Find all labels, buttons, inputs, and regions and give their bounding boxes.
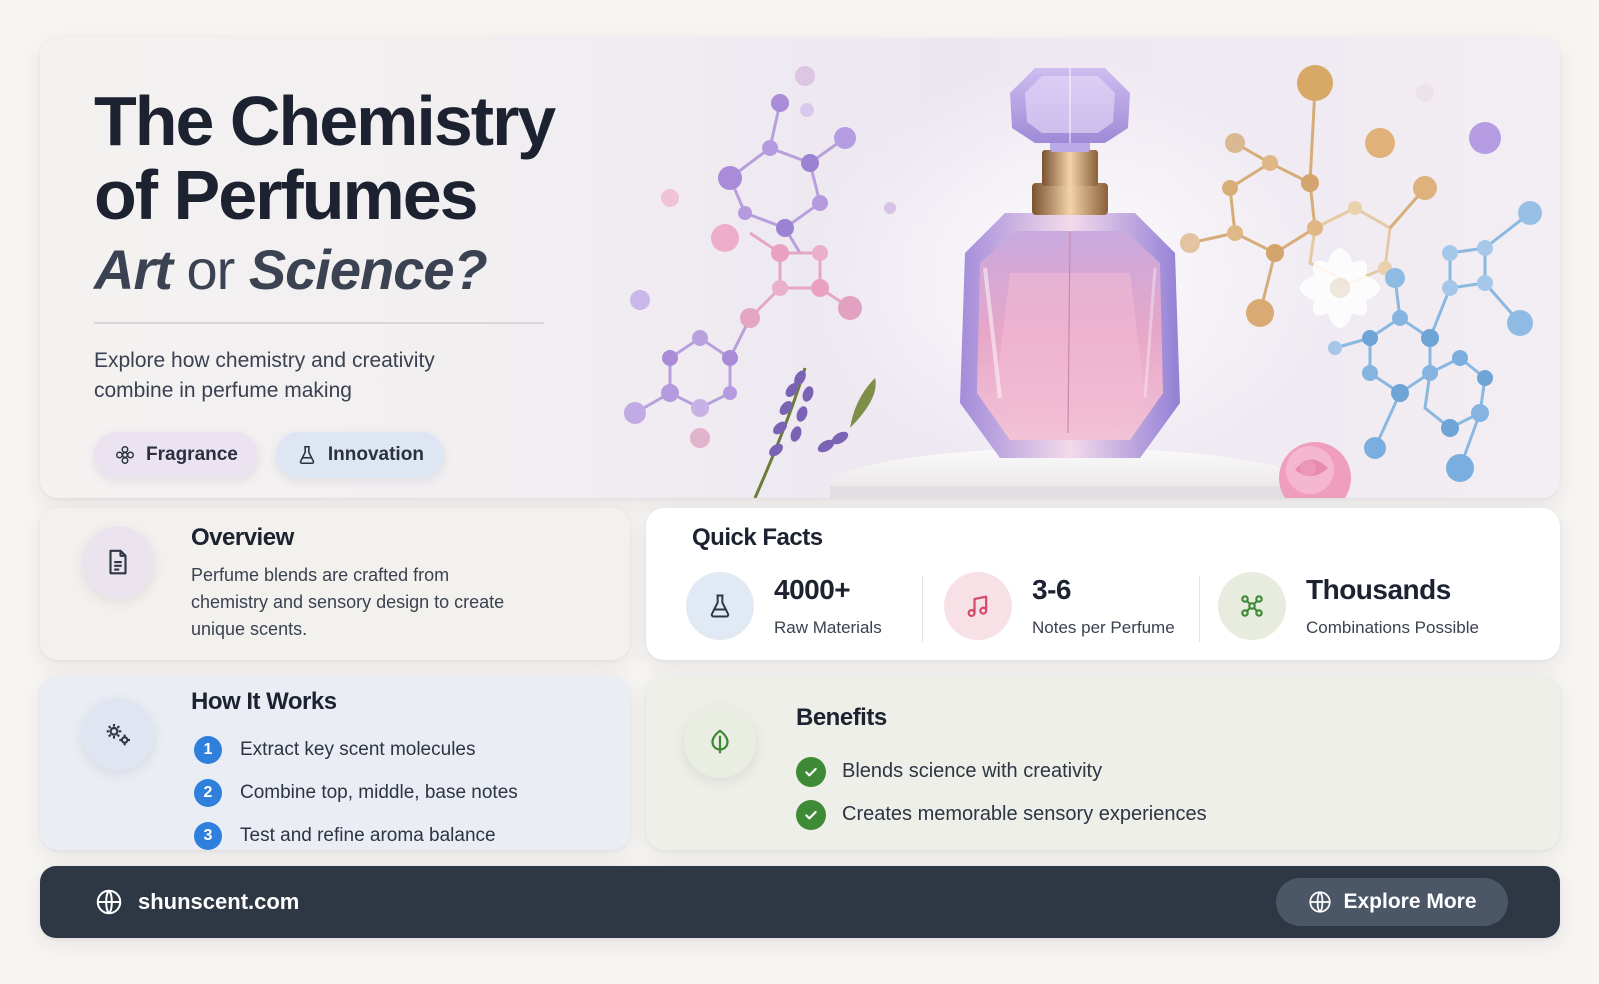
list-item: Creates memorable sensory experiences xyxy=(796,793,1207,836)
tag-fragrance-label: Fragrance xyxy=(146,444,238,465)
list-item: 1 Extract key scent molecules xyxy=(194,728,518,771)
check-icon xyxy=(796,799,826,830)
overview-icon-badge xyxy=(82,526,154,598)
gears-icon xyxy=(106,724,130,746)
tag-innovation[interactable]: Innovation xyxy=(275,432,444,478)
fact-icon-badge xyxy=(1218,572,1286,640)
benefit-text: Blends science with creativity xyxy=(842,760,1103,782)
fact-label: Combinations Possible xyxy=(1306,618,1479,637)
check-icon xyxy=(796,756,826,787)
footer-site-link[interactable]: shunscent.com xyxy=(94,866,299,938)
hero-banner: The Chemistry of Perfumes Art or Science… xyxy=(40,38,1560,498)
flask-icon xyxy=(710,594,730,618)
hero-divider xyxy=(94,322,544,324)
fact-label: Raw Materials xyxy=(774,618,882,637)
globe-icon xyxy=(96,889,122,915)
step-list: 1 Extract key scent molecules 2 Combine … xyxy=(194,728,518,857)
list-item: 3 Test and refine aroma balance xyxy=(194,814,518,857)
quick-facts-title: Quick Facts xyxy=(692,524,823,551)
tag-list: Fragrance Innovation xyxy=(94,432,614,478)
music-note-icon xyxy=(967,595,988,618)
subtitle-or: or xyxy=(186,238,235,301)
step-number: 2 xyxy=(194,778,222,807)
benefits-card: Benefits Blends science with creativity … xyxy=(646,676,1560,850)
hero-description: Explore how chemistry and creativity com… xyxy=(94,349,435,402)
fact-divider xyxy=(922,576,923,642)
step-text: Combine top, middle, base notes xyxy=(240,781,518,803)
document-icon xyxy=(109,549,127,575)
benefit-list: Blends science with creativity Creates m… xyxy=(796,750,1207,836)
step-number: 1 xyxy=(194,735,222,764)
fact-label: Notes per Perfume xyxy=(1032,618,1175,637)
molecule-icon xyxy=(1241,595,1263,617)
globe-icon xyxy=(1309,891,1332,913)
overview-card: Overview Perfume blends are crafted from… xyxy=(40,508,630,660)
footer-bar: shunscent.com Explore More xyxy=(40,866,1560,938)
fact-value: Thousands xyxy=(1306,574,1451,605)
fact-value: 3-6 xyxy=(1032,574,1071,605)
fact-value: 4000+ xyxy=(774,574,851,605)
tag-fragrance[interactable]: Fragrance xyxy=(94,432,258,478)
hero-title: The Chemistry of Perfumes xyxy=(94,82,556,234)
list-item: 2 Combine top, middle, base notes xyxy=(194,771,518,814)
tag-innovation-label: Innovation xyxy=(327,444,424,465)
step-text: Extract key scent molecules xyxy=(240,738,476,760)
subtitle-science: Science? xyxy=(248,238,488,301)
perfume-bottle-illustration xyxy=(624,58,1542,498)
fact-divider xyxy=(1199,576,1200,642)
step-text: Test and refine aroma balance xyxy=(240,824,496,846)
benefit-text: Creates memorable sensory experiences xyxy=(842,803,1207,825)
how-it-works-card: How It Works 1 Extract key scent molecul… xyxy=(40,676,630,850)
overview-title: Overview xyxy=(191,524,294,551)
hero-text-block: The Chemistry of Perfumes Art or Science… xyxy=(94,84,614,478)
leaf-icon xyxy=(711,729,729,754)
explore-more-label: Explore More xyxy=(1343,890,1477,913)
fact-icon-badge xyxy=(944,572,1012,640)
how-icon-badge xyxy=(82,698,154,770)
flower-icon xyxy=(116,446,134,464)
benefits-icon-badge xyxy=(684,706,756,778)
quick-facts-card: Quick Facts 4000+ Raw Materials 3-6 Note… xyxy=(646,508,1560,660)
subtitle-art: Art xyxy=(94,238,173,301)
step-number: 3 xyxy=(194,821,222,850)
explore-more-button[interactable]: Explore More xyxy=(1276,878,1508,926)
footer-site-label: shunscent.com xyxy=(138,889,300,914)
benefits-title: Benefits xyxy=(796,704,887,731)
how-it-works-title: How It Works xyxy=(191,688,337,715)
overview-text: Perfume blends are crafted from chemistr… xyxy=(191,565,505,639)
list-item: Blends science with creativity xyxy=(796,750,1207,793)
hero-subtitle: Art or Science? xyxy=(94,238,614,302)
flask-icon xyxy=(299,445,315,465)
fact-icon-badge xyxy=(686,572,754,640)
